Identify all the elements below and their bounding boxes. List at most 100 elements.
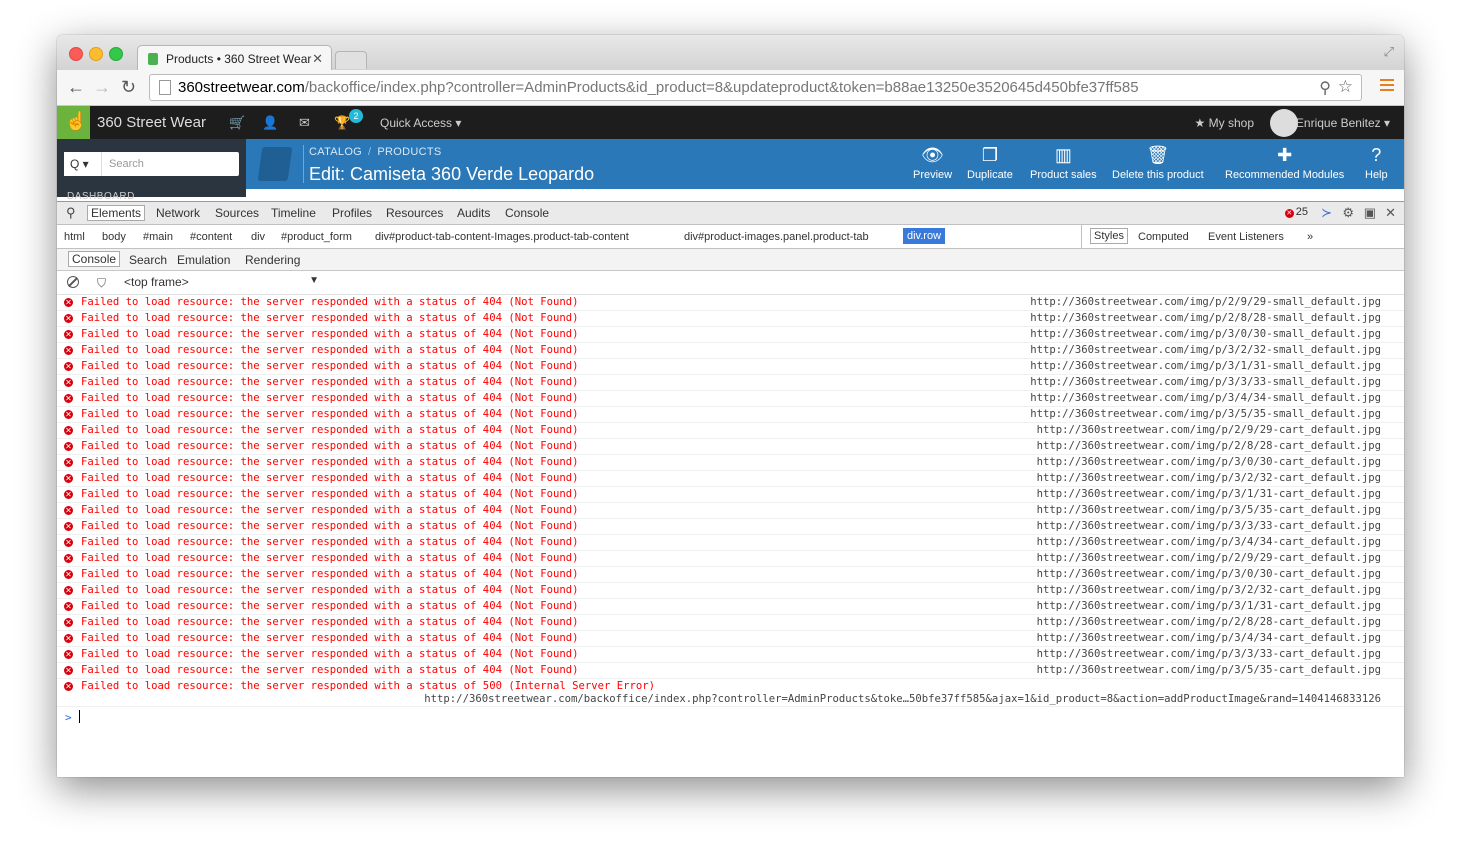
address-bar[interactable]: 360streetwear.com/backoffice/index.php?c… [149, 74, 1362, 101]
log-source-link[interactable]: http://360streetwear.com/img/p/3/0/30-ca… [1037, 568, 1381, 580]
quick-access-menu[interactable]: Quick Access ▾ [380, 116, 461, 130]
log-source-link[interactable]: http://360streetwear.com/img/p/2/8/28-ca… [1037, 616, 1381, 628]
tab-close-icon[interactable]: ✕ [312, 51, 323, 67]
tab-network[interactable]: Network [156, 206, 200, 220]
log-source-link[interactable]: http://360streetwear.com/img/p/3/1/31-sm… [1030, 360, 1381, 372]
breadcrumb-products[interactable]: PRODUCTS [377, 146, 441, 158]
settings-gear-icon[interactable]: ⚙ [1342, 205, 1354, 221]
log-source-link[interactable]: http://360streetwear.com/img/p/3/4/34-sm… [1030, 392, 1381, 404]
log-source-link[interactable]: http://360streetwear.com/img/p/3/2/32-ca… [1037, 472, 1381, 484]
log-source-link[interactable]: http://360streetwear.com/img/p/3/5/35-sm… [1030, 408, 1381, 420]
error-icon: ✕ [64, 570, 73, 579]
cart-icon[interactable]: 🛒 [229, 115, 245, 131]
log-source-link[interactable]: http://360streetwear.com/backoffice/inde… [424, 693, 1381, 705]
console-log-row: ✕ Failed to load resource: the server res… [57, 343, 1404, 359]
help-button[interactable]: ? Help [1365, 143, 1388, 181]
zoom-window-button[interactable] [109, 47, 123, 61]
console-input[interactable] [79, 710, 80, 723]
product-sales-button[interactable]: ▥ Product sales [1030, 143, 1097, 181]
crumb-div-row[interactable]: div.row [903, 228, 946, 244]
prestashop-logo[interactable]: ☝ [57, 106, 90, 139]
avatar[interactable] [1270, 109, 1298, 137]
crumb-body[interactable]: body [102, 231, 126, 243]
delete-product-button[interactable]: 🗑 Delete this product [1112, 143, 1204, 181]
tab-sources[interactable]: Sources [215, 206, 259, 220]
log-source-link[interactable]: http://360streetwear.com/img/p/2/8/28-ca… [1037, 440, 1381, 452]
log-source-link[interactable]: http://360streetwear.com/img/p/3/2/32-ca… [1037, 584, 1381, 596]
browser-tab-products[interactable]: Products • 360 Street Wear ✕ [137, 45, 332, 70]
drawer-tab-console[interactable]: Console [68, 251, 121, 267]
admin-search[interactable]: Q ▾ Search [64, 152, 239, 176]
error-icon: ✕ [1284, 209, 1294, 218]
log-source-link[interactable]: http://360streetwear.com/img/p/2/9/29-ca… [1037, 552, 1381, 564]
envelope-icon[interactable]: ✉ [299, 115, 310, 131]
log-source-link[interactable]: http://360streetwear.com/img/p/3/3/33-sm… [1030, 376, 1381, 388]
reload-icon[interactable]: ↻ [121, 77, 136, 98]
crumb-tab-content[interactable]: div#product-tab-content-Images.product-t… [375, 231, 629, 243]
drawer-tab-emulation[interactable]: Emulation [177, 253, 230, 267]
tab-timeline[interactable]: Timeline [271, 206, 316, 220]
tab-event-listeners[interactable]: Event Listeners [1208, 231, 1284, 243]
log-source-link[interactable]: http://360streetwear.com/img/p/3/2/32-sm… [1030, 344, 1381, 356]
tab-elements[interactable]: Elements [87, 205, 146, 221]
drawer-tab-search[interactable]: Search [129, 253, 167, 267]
log-source-link[interactable]: http://360streetwear.com/img/p/3/4/34-ca… [1037, 632, 1381, 644]
dock-icon[interactable]: ▣ [1364, 205, 1376, 221]
log-source-link[interactable]: http://360streetwear.com/img/p/3/5/35-ca… [1037, 504, 1381, 516]
tab-audits[interactable]: Audits [457, 206, 490, 220]
pane-splitter[interactable] [1081, 225, 1082, 249]
console-drawer-icon[interactable]: ≻ [1321, 205, 1332, 221]
breadcrumb-catalog[interactable]: CATALOG [309, 146, 362, 158]
crumb-content[interactable]: #content [190, 231, 232, 243]
log-source-link[interactable]: http://360streetwear.com/img/p/2/8/28-sm… [1030, 312, 1381, 324]
close-devtools-icon[interactable]: ✕ [1385, 205, 1396, 221]
log-source-link[interactable]: http://360streetwear.com/img/p/3/5/35-ca… [1037, 664, 1381, 676]
error-counter[interactable]: ✕ 25 [1284, 206, 1308, 218]
bookmark-star-icon[interactable]: ☆ [1338, 77, 1353, 97]
log-source-link[interactable]: http://360streetwear.com/img/p/3/3/33-ca… [1037, 648, 1381, 660]
close-window-button[interactable] [69, 47, 83, 61]
crumb-product-images[interactable]: div#product-images.panel.product-tab [684, 231, 869, 243]
search-type-button[interactable]: Q ▾ [64, 152, 102, 176]
log-source-link[interactable]: http://360streetwear.com/img/p/3/0/30-ca… [1037, 456, 1381, 468]
crumb-product-form[interactable]: #product_form [281, 231, 352, 243]
tab-styles[interactable]: Styles [1090, 228, 1128, 244]
tab-computed[interactable]: Computed [1138, 231, 1189, 243]
search-zoom-icon[interactable]: ⚲ [1319, 78, 1331, 98]
inspect-search-icon[interactable]: ⚲ [66, 205, 76, 221]
shop-name[interactable]: 360 Street Wear [97, 114, 206, 131]
crumb-html[interactable]: html [64, 231, 85, 243]
crumb-main[interactable]: #main [143, 231, 173, 243]
drawer-tab-rendering[interactable]: Rendering [245, 253, 300, 267]
filter-icon[interactable]: ⛉ [97, 276, 106, 291]
log-source-link[interactable]: http://360streetwear.com/img/p/3/1/31-ca… [1037, 600, 1381, 612]
frame-select[interactable]: <top frame> ▼ [124, 275, 319, 289]
back-arrow-icon[interactable]: ← [67, 77, 85, 98]
tab-resources[interactable]: Resources [386, 206, 443, 220]
chrome-menu-icon[interactable] [1380, 79, 1394, 91]
minimize-window-button[interactable] [89, 47, 103, 61]
log-source-link[interactable]: http://360streetwear.com/img/p/3/3/33-ca… [1037, 520, 1381, 532]
preview-button[interactable]: 👁 Preview [913, 143, 952, 181]
user-icon[interactable]: 👤 [262, 115, 278, 131]
log-source-link[interactable]: http://360streetwear.com/img/p/2/9/29-ca… [1037, 424, 1381, 436]
fullscreen-icon[interactable]: ⤢ [1384, 44, 1394, 60]
search-input[interactable]: Search [109, 158, 144, 170]
my-shop-link[interactable]: ★ My shop [1195, 116, 1254, 130]
duplicate-button[interactable]: ❐ Duplicate [967, 143, 1013, 181]
log-source-link[interactable]: http://360streetwear.com/img/p/2/9/29-sm… [1030, 296, 1381, 308]
recommended-modules-button[interactable]: ✚ Recommended Modules [1225, 143, 1344, 181]
log-source-link[interactable]: http://360streetwear.com/img/p/3/4/34-ca… [1037, 536, 1381, 548]
tab-console[interactable]: Console [505, 206, 549, 220]
console-log-row: ✕ Failed to load resource: the server res… [57, 455, 1404, 471]
trophy-icon[interactable]: 🏆 [334, 115, 350, 131]
crumb-div[interactable]: div [251, 231, 265, 243]
clear-console-icon[interactable] [67, 276, 79, 288]
tab-profiles[interactable]: Profiles [332, 206, 372, 220]
forward-arrow-icon[interactable]: → [93, 77, 111, 98]
more-tabs-icon[interactable]: » [1307, 231, 1313, 243]
new-tab-button[interactable] [335, 51, 367, 69]
user-menu[interactable]: Enrique Benitez ▾ [1296, 116, 1390, 130]
log-source-link[interactable]: http://360streetwear.com/img/p/3/1/31-ca… [1037, 488, 1381, 500]
log-source-link[interactable]: http://360streetwear.com/img/p/3/0/30-sm… [1030, 328, 1381, 340]
